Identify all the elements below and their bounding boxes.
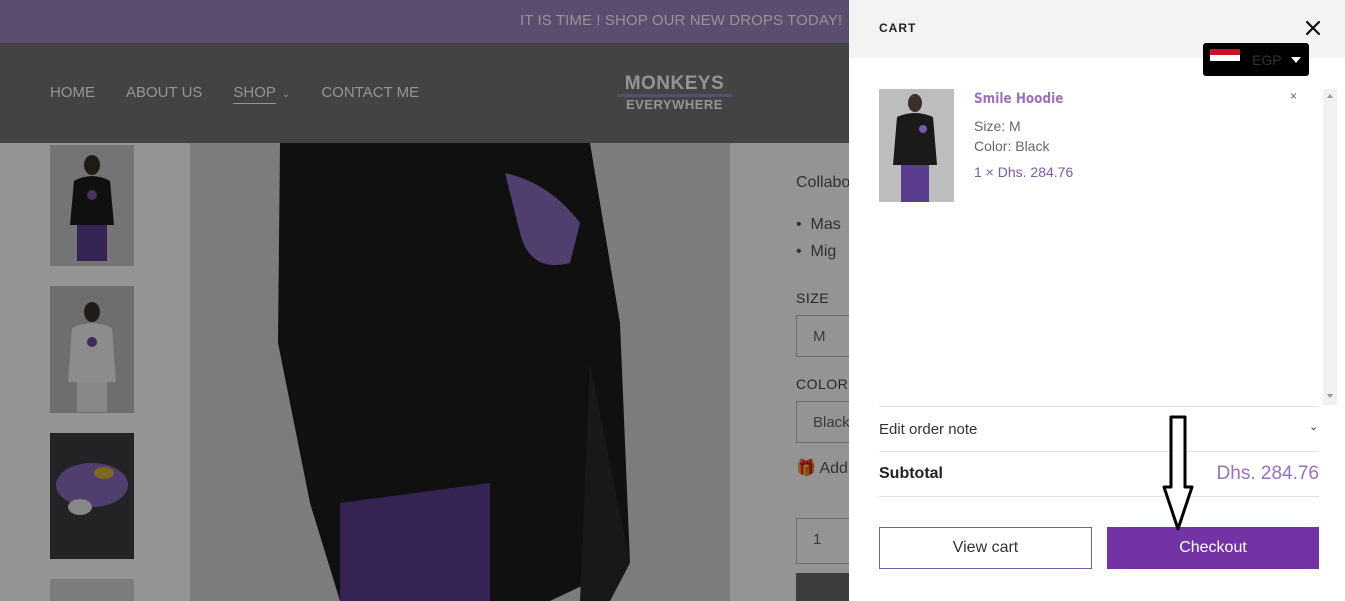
edit-order-note-label: Edit order note bbox=[879, 421, 978, 438]
cart-item-price: 1 × Dhs. 284.76 bbox=[974, 164, 1074, 180]
egypt-flag-icon bbox=[1210, 49, 1240, 67]
close-icon[interactable] bbox=[1301, 16, 1325, 40]
remove-item-icon[interactable]: × bbox=[1290, 89, 1297, 103]
cart-item-color: Color: Black bbox=[974, 138, 1050, 154]
view-cart-button[interactable]: View cart bbox=[879, 527, 1092, 569]
edit-order-note-toggle[interactable]: Edit order note ⌄ bbox=[879, 406, 1319, 451]
subtotal-value: Dhs. 284.76 bbox=[1216, 463, 1319, 484]
annotation-arrow-icon bbox=[1162, 415, 1194, 531]
currency-code: EGP bbox=[1252, 52, 1282, 68]
divider bbox=[879, 496, 1319, 497]
cart-item-size: Size: M bbox=[974, 118, 1021, 134]
scroll-up-icon[interactable] bbox=[1327, 94, 1333, 98]
checkout-button[interactable]: Checkout bbox=[1107, 527, 1319, 569]
caret-down-icon bbox=[1291, 57, 1301, 63]
scroll-down-icon[interactable] bbox=[1327, 394, 1333, 398]
cart-title: CART bbox=[879, 21, 917, 35]
divider bbox=[879, 451, 1319, 452]
cart-item-name[interactable]: Smile Hoodie bbox=[974, 91, 1063, 107]
cart-drawer: CART EGP Smile Hoodie Size: M Color: Bla… bbox=[849, 0, 1345, 601]
cart-item-image[interactable] bbox=[879, 89, 954, 202]
cart-scrollbar[interactable] bbox=[1323, 89, 1337, 405]
chevron-down-icon: ⌄ bbox=[1309, 421, 1319, 433]
subtotal-label: Subtotal bbox=[879, 465, 943, 482]
currency-selector[interactable]: EGP bbox=[1203, 43, 1309, 76]
